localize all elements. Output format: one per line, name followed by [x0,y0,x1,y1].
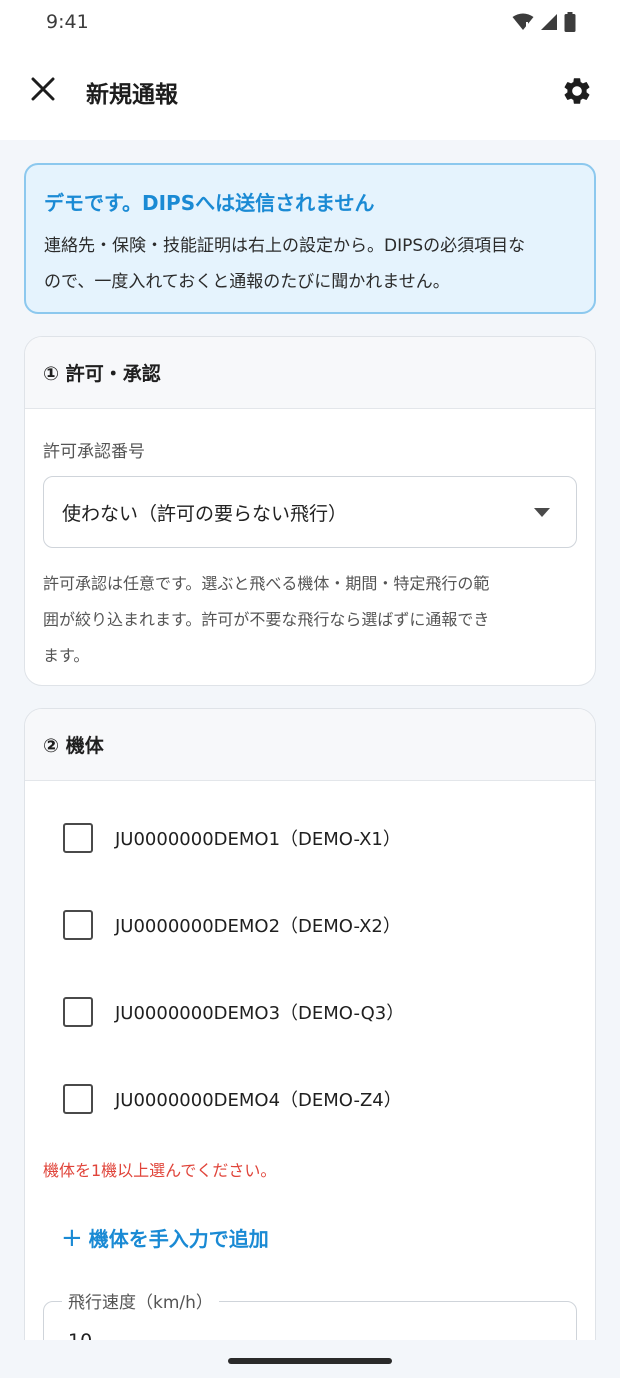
aircraft-checkbox[interactable] [63,910,93,940]
aircraft-card: ② 機体 JU0000000DEMO1（DEMO-X1） JU0000000DE… [24,708,596,1340]
status-bar: 9:41 [0,0,620,44]
permit-help-text: 許可承認は任意です。選ぶと飛べる機体・期間・特定飛行の範 囲が絞り込まれます。許… [43,566,577,674]
add-aircraft-label: 機体を手入力で追加 [88,1227,269,1251]
aircraft-checkbox-row[interactable]: JU0000000DEMO1（DEMO-X1） [63,818,401,858]
flight-speed-label: 飛行速度（km/h） [62,1288,219,1313]
permit-number-select[interactable]: 使わない（許可の要らない飛行） [43,476,577,548]
home-gesture-handle[interactable] [228,1358,392,1364]
permit-help-line: 囲が絞り込まれます。許可が不要な飛行なら選ばずに通報でき [43,610,490,629]
permit-help-line: ます。 [43,646,90,665]
battery-icon [564,12,576,32]
aircraft-label: JU0000000DEMO2（DEMO-X2） [115,916,401,937]
aircraft-checkbox[interactable] [63,1084,93,1114]
permit-number-label: 許可承認番号 [43,442,145,462]
close-button[interactable] [28,74,58,104]
wifi-icon [512,13,534,30]
aircraft-label: JU0000000DEMO1（DEMO-X1） [115,829,401,850]
page-title: 新規通報 [86,82,178,108]
permit-selected-value: 使わない（許可の要らない飛行） [62,502,348,525]
add-aircraft-manual-button[interactable]: + 機体を手入力で追加 [61,1223,269,1252]
demo-banner-body: 連絡先・保険・技能証明は右上の設定から。DIPSの必須項目な ので、一度入れてお… [44,228,576,300]
dropdown-arrow-icon [534,508,550,517]
status-time: 9:41 [46,11,89,33]
permit-section-header: ① 許可・承認 [25,337,595,409]
app-bar: 新規通報 [0,44,620,140]
aircraft-checkbox[interactable] [63,997,93,1027]
aircraft-error-text: 機体を1機以上選んでください。 [43,1161,277,1180]
demo-banner-title: デモです。DIPSへは送信されません [44,191,375,215]
demo-banner-line: 連絡先・保険・技能証明は右上の設定から。DIPSの必須項目な [44,236,526,256]
aircraft-checkbox[interactable] [63,823,93,853]
close-icon [31,77,55,101]
signal-icon [541,14,557,30]
permit-help-line: 許可承認は任意です。選ぶと飛べる機体・期間・特定飛行の範 [43,574,490,593]
aircraft-section-header: ② 機体 [25,709,595,781]
demo-banner-line: ので、一度入れておくと通報のたびに聞かれません。 [44,272,450,292]
aircraft-checkbox-row[interactable]: JU0000000DEMO3（DEMO-Q3） [63,992,404,1032]
aircraft-checkbox-row[interactable]: JU0000000DEMO4（DEMO-Z4） [63,1079,402,1119]
status-icons [512,12,576,32]
demo-banner: デモです。DIPSへは送信されません 連絡先・保険・技能証明は右上の設定から。D… [24,163,596,314]
form-content[interactable]: デモです。DIPSへは送信されません 連絡先・保険・技能証明は右上の設定から。D… [0,140,620,1340]
settings-button[interactable] [560,74,594,108]
aircraft-checkbox-row[interactable]: JU0000000DEMO2（DEMO-X2） [63,905,401,945]
flight-speed-field[interactable]: 飛行速度（km/h） 10 [43,1288,577,1340]
gear-icon [564,78,590,104]
aircraft-label: JU0000000DEMO4（DEMO-Z4） [115,1090,402,1111]
plus-icon: + [61,1222,83,1253]
permit-card: ① 許可・承認 許可承認番号 使わない（許可の要らない飛行） 許可承認は任意です… [24,336,596,686]
flight-speed-input[interactable]: 10 [68,1330,92,1340]
aircraft-label: JU0000000DEMO3（DEMO-Q3） [115,1003,405,1024]
navigation-bar [0,1340,620,1378]
